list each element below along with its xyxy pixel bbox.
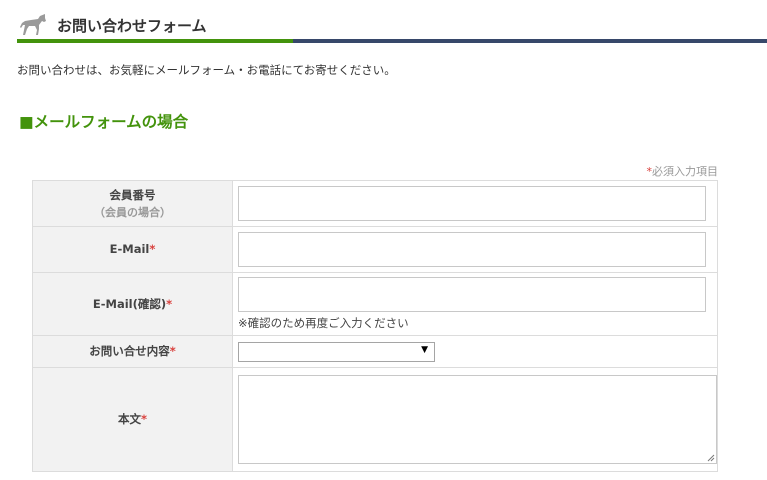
email-label: E-Mail <box>109 242 150 256</box>
member-number-label: 会員番号 <box>109 187 156 202</box>
email-required-mark: * <box>149 242 156 256</box>
horse-icon <box>20 14 46 35</box>
inquiry-type-select[interactable]: ▼ <box>238 341 435 362</box>
email-confirm-required-mark: * <box>166 296 173 311</box>
inquiry-type-required-mark: * <box>169 344 176 358</box>
form-row-member-number: 会員番号 （会員の場合） <box>32 180 718 227</box>
member-number-input[interactable] <box>238 186 706 221</box>
body-label-cell: 本文* <box>32 367 233 472</box>
contact-form-table: 会員番号 （会員の場合） E-Mail* E-Mail(確認)* ※確認のため再… <box>32 180 718 472</box>
underline-green <box>17 39 293 43</box>
body-required-mark: * <box>140 412 147 426</box>
required-note: *必須入力項目 <box>647 163 719 179</box>
email-confirm-label: E-Mail(確認) <box>92 296 167 311</box>
email-confirm-label-cell: E-Mail(確認)* <box>32 272 233 336</box>
inquiry-type-field-cell: ▼ <box>232 335 718 368</box>
form-row-inquiry-type: お問い合せ内容* ▼ <box>32 335 718 368</box>
dropdown-arrow-icon: ▼ <box>421 344 428 355</box>
email-confirm-input[interactable] <box>238 277 706 312</box>
page-title: お問い合わせフォーム <box>57 17 207 35</box>
body-label: 本文 <box>117 412 141 426</box>
inquiry-type-label-cell: お問い合せ内容* <box>32 335 233 368</box>
body-textarea[interactable] <box>238 375 717 464</box>
email-label-cell: E-Mail* <box>32 226 233 273</box>
form-row-email: E-Mail* <box>32 226 718 273</box>
member-number-label-cell: 会員番号 （会員の場合） <box>32 180 233 227</box>
member-number-field-cell <box>232 180 718 227</box>
inquiry-type-label: お問い合せ内容 <box>89 344 170 358</box>
email-confirm-field-cell: ※確認のため再度ご入力ください <box>232 272 718 336</box>
email-input[interactable] <box>238 232 706 267</box>
form-row-email-confirm: E-Mail(確認)* ※確認のため再度ご入力ください <box>32 272 718 336</box>
form-row-body: 本文* <box>32 367 718 472</box>
title-underline <box>17 39 767 43</box>
section-heading: ■メールフォームの場合 <box>19 113 189 131</box>
underline-navy <box>293 39 767 43</box>
body-field-cell <box>232 367 718 472</box>
member-number-sublabel: （会員の場合） <box>94 205 171 219</box>
required-note-text: 必須入力項目 <box>652 165 718 178</box>
email-confirm-hint: ※確認のため再度ご入力ください <box>238 316 409 330</box>
resize-grip-icon[interactable] <box>707 454 715 462</box>
intro-text: お問い合わせは、お気軽にメールフォーム・お電話にてお寄せください。 <box>17 63 396 77</box>
email-field-cell <box>232 226 718 273</box>
